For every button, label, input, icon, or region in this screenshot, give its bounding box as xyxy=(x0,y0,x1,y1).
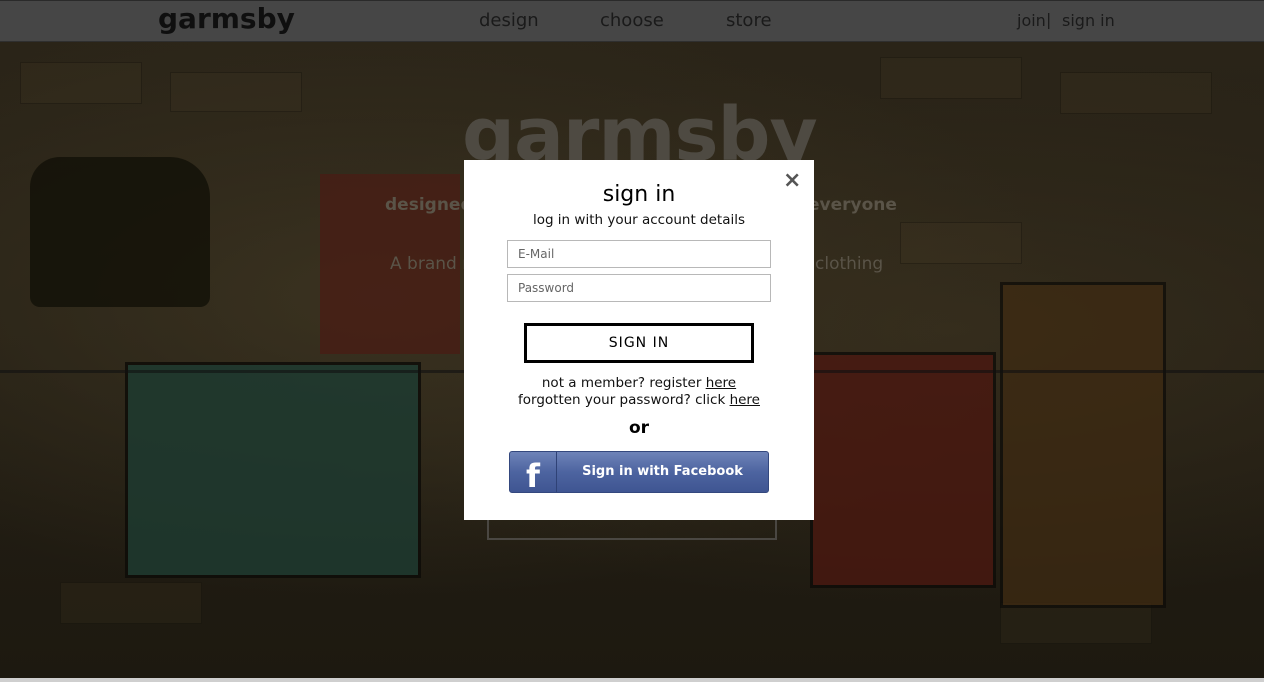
forgot-password-link[interactable]: here xyxy=(730,392,760,408)
modal-subtitle: log in with your account details xyxy=(532,212,746,228)
wall-brick xyxy=(1000,602,1152,644)
bottom-border xyxy=(0,678,1264,682)
password-field[interactable] xyxy=(507,274,771,302)
wall-brick xyxy=(900,222,1022,264)
shirt-image xyxy=(1000,282,1166,608)
nav-link-choose[interactable]: choose xyxy=(600,10,664,31)
hero-subtitle-right: everyone xyxy=(808,195,897,215)
site-logo[interactable]: garmsby xyxy=(158,2,295,35)
forgot-password-line: forgotten your password? click here xyxy=(464,392,814,408)
register-prefix: not a member? register xyxy=(541,375,706,391)
sign-in-link[interactable]: sign in xyxy=(1062,11,1115,30)
hero-tagline-right: clothing xyxy=(815,254,884,274)
shirt-image xyxy=(810,352,996,588)
forgot-prefix: forgotten your password? click xyxy=(518,392,730,408)
hero-tagline-left: A brand n xyxy=(390,254,473,274)
wall-brick xyxy=(20,62,142,104)
facebook-icon: f xyxy=(510,452,557,492)
sign-in-modal: × sign in log in with your account detai… xyxy=(464,160,814,520)
shirt-image xyxy=(30,157,210,307)
email-field[interactable] xyxy=(507,240,771,268)
top-nav-bar: garmsby design choose store join | sign … xyxy=(0,0,1264,42)
shirt-image xyxy=(125,362,421,578)
nav-link-store[interactable]: store xyxy=(726,10,772,31)
wall-brick xyxy=(170,72,302,112)
sign-in-button[interactable]: SIGN IN xyxy=(524,323,754,363)
join-link[interactable]: join xyxy=(1017,11,1046,30)
nav-separator: | xyxy=(1046,10,1052,29)
facebook-button-label: Sign in with Facebook xyxy=(582,464,743,479)
wall-brick xyxy=(60,582,202,624)
modal-title: sign in xyxy=(602,182,676,207)
facebook-sign-in-button[interactable]: f Sign in with Facebook xyxy=(509,451,769,493)
wall-brick xyxy=(1060,72,1212,114)
nav-link-design[interactable]: design xyxy=(479,10,539,31)
register-line: not a member? register here xyxy=(464,375,814,391)
wall-brick xyxy=(880,57,1022,99)
or-divider: or xyxy=(628,418,650,438)
register-link[interactable]: here xyxy=(706,375,736,391)
